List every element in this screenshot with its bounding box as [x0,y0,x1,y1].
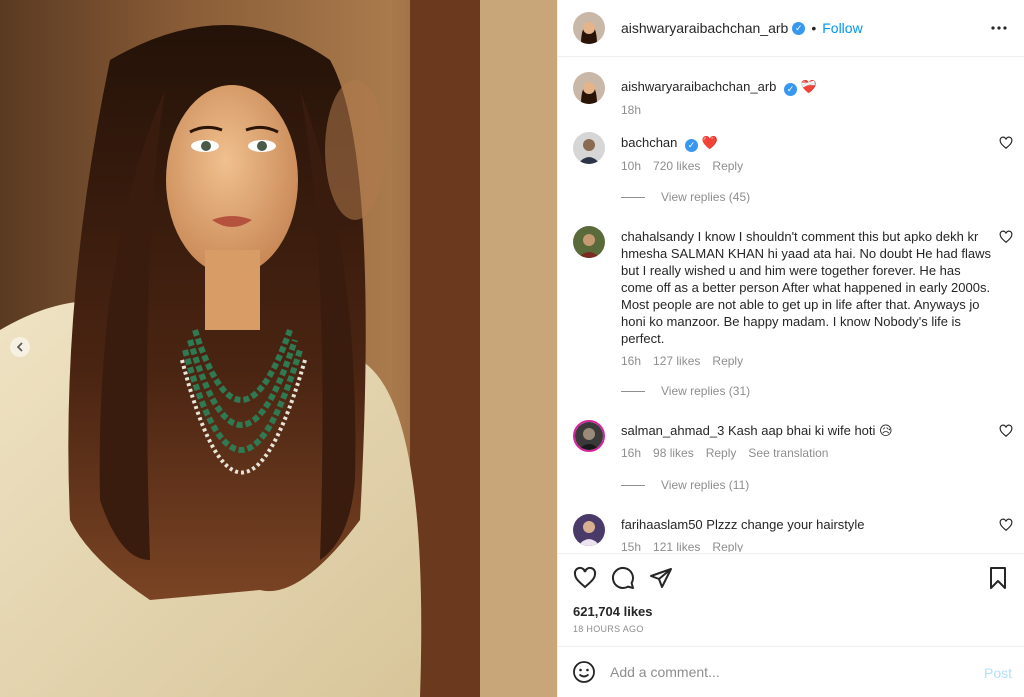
post-timestamp[interactable]: 18 HOURS AGO [573,624,644,634]
comments-list[interactable]: aishwaryaraibachchan_arb ✓ ❤️‍🩹 18h [558,58,1024,552]
view-replies-button[interactable]: View replies (45) [621,190,750,204]
instagram-post-modal: aishwaryaraibachchan_arb ✓ • Follow aish… [0,0,1024,697]
emoji-icon[interactable] [572,660,596,684]
commenter-username[interactable]: salman_ahmad_3 [621,423,724,438]
author-avatar[interactable] [573,12,605,44]
comment-text: ❤️ [701,135,718,150]
follow-button[interactable]: Follow [822,20,862,36]
commenter-username[interactable]: chahalsandy [621,229,694,244]
caption-username[interactable]: aishwaryaraibachchan_arb [621,79,776,94]
likes-count[interactable]: 621,704 likes [573,604,653,619]
reply-button[interactable]: Reply [712,158,743,175]
verified-badge-icon: ✓ [685,139,699,152]
like-comment-heart-icon[interactable] [999,230,1013,244]
comment-likes[interactable]: 127 likes [653,353,700,370]
comment-icon[interactable] [611,566,635,590]
carousel-previous-button[interactable] [10,337,30,357]
post-comment-button[interactable]: Post [984,665,1012,681]
post-header: aishwaryaraibachchan_arb ✓ • Follow [558,0,1024,57]
comment-text: I know I shouldn't comment this but apko… [621,229,991,346]
comment-likes[interactable]: 720 likes [653,158,700,175]
share-icon[interactable] [649,566,673,590]
post-photo[interactable] [0,0,557,697]
comment-text: Plzzz change your hairstyle [706,517,865,532]
comment-likes[interactable]: 121 likes [653,539,700,552]
comment-likes[interactable]: 98 likes [653,445,694,462]
commenter-avatar[interactable] [573,514,605,546]
view-replies-button[interactable]: View replies (31) [621,384,750,398]
reply-button[interactable]: Reply [706,445,737,462]
verified-badge-icon: ✓ [784,83,797,96]
commenter-avatar-with-story[interactable] [573,420,605,452]
comment-time[interactable]: 16h [621,353,641,370]
commenter-avatar[interactable] [573,226,605,258]
author-username[interactable]: aishwaryaraibachchan_arb [621,20,788,36]
comment-time[interactable]: 10h [621,158,641,175]
post-side-panel: aishwaryaraibachchan_arb ✓ • Follow aish… [557,0,1024,697]
reply-button[interactable]: Reply [712,353,743,370]
commenter-avatar[interactable] [573,132,605,164]
heart-icon[interactable] [573,566,597,590]
like-comment-heart-icon[interactable] [999,424,1013,438]
caption-text: ❤️‍🩹 [800,79,817,94]
more-horizontal-icon [991,26,1007,30]
portrait-illustration [0,0,557,697]
comment-text: Kash aap bhai ki wife hoti 😥 [727,423,893,438]
like-comment-heart-icon[interactable] [999,518,1013,532]
see-translation-button[interactable]: See translation [748,445,828,462]
commenter-username[interactable]: farihaaslam50 [621,517,703,532]
comment-time[interactable]: 16h [621,445,641,462]
author-avatar[interactable] [573,72,605,104]
caption-time[interactable]: 18h [621,102,641,119]
add-comment-bar: Post [558,646,1024,697]
reply-button[interactable]: Reply [712,539,743,552]
commenter-username[interactable]: bachchan [621,135,677,150]
separator-dot: • [811,20,817,36]
more-options-button[interactable] [989,18,1009,38]
view-replies-button[interactable]: View replies (11) [621,478,749,492]
comment-time[interactable]: 15h [621,539,641,552]
chevron-left-icon [16,342,23,352]
bookmark-icon[interactable] [986,566,1010,590]
like-comment-heart-icon[interactable] [999,136,1013,150]
add-comment-input[interactable] [610,664,970,680]
verified-badge-icon: ✓ [792,21,806,35]
